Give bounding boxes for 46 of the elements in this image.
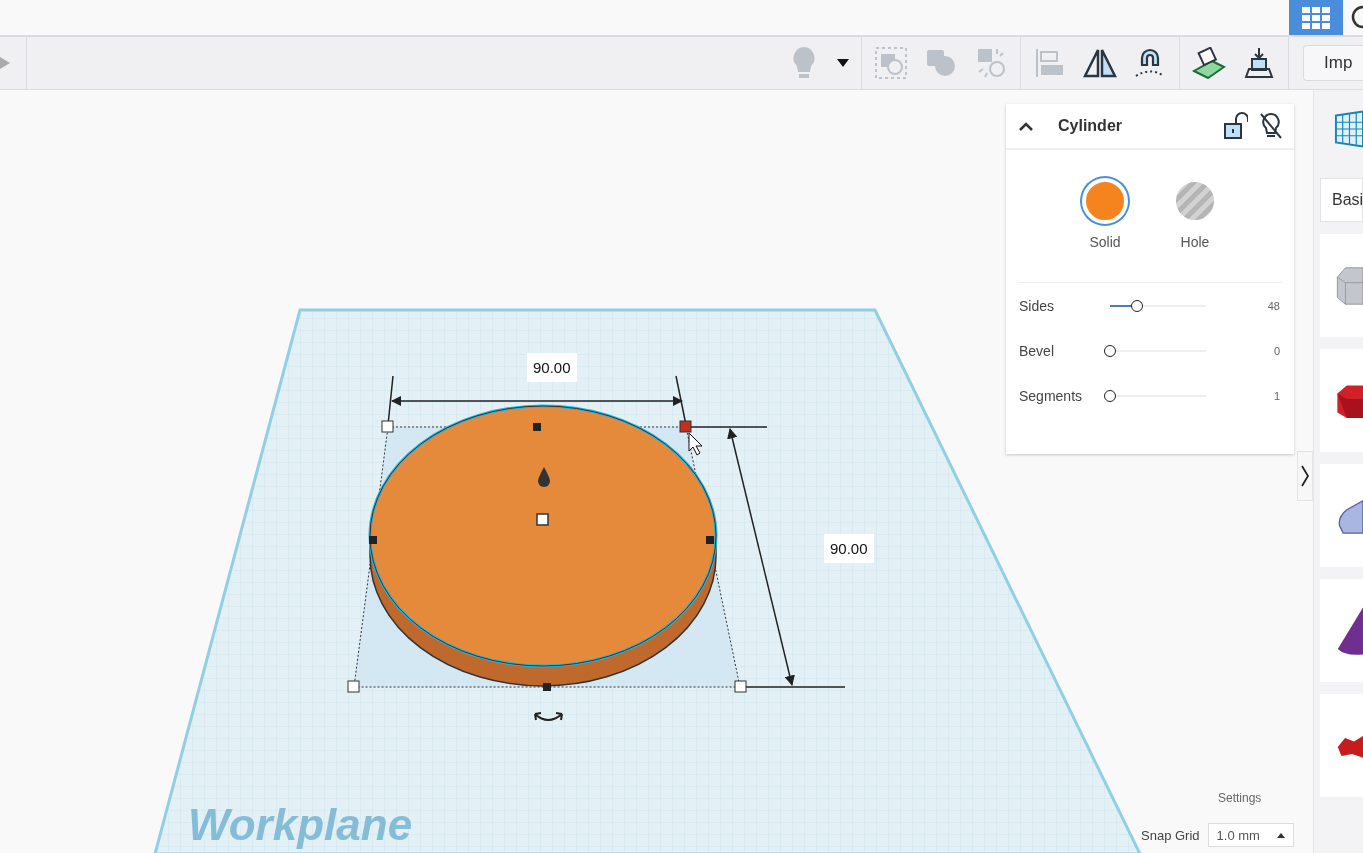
lock-icon[interactable] <box>1224 112 1248 140</box>
snap-grid-select[interactable]: 1.0 mm <box>1207 823 1294 847</box>
settings-label[interactable]: Settings <box>1218 791 1262 805</box>
corner-handle[interactable] <box>734 680 747 693</box>
shape-tile[interactable] <box>1320 694 1363 797</box>
shape-mode-option[interactable]: Solid <box>1082 178 1128 272</box>
snap-grid-label: Snap Grid <box>1141 827 1200 843</box>
shape-tile[interactable] <box>1320 579 1363 682</box>
shape-tile[interactable] <box>1320 464 1363 567</box>
workplane-label: Workplane <box>188 800 413 849</box>
slider-thumb[interactable] <box>1104 389 1116 402</box>
slider-thumb[interactable] <box>1104 344 1116 357</box>
corner-handle[interactable] <box>679 420 692 433</box>
grid-icon <box>1334 109 1363 149</box>
shape-title: Cylinder <box>1058 117 1123 135</box>
property-label: Segments <box>1019 387 1084 404</box>
expand-panel-button[interactable] <box>1297 451 1313 501</box>
grid-icon <box>1301 5 1331 30</box>
slider-thumb[interactable] <box>1130 299 1143 312</box>
shape-tile[interactable] <box>1320 349 1363 452</box>
dimension-label[interactable]: 90.00 <box>824 534 874 563</box>
grid-view-button[interactable] <box>1289 0 1343 35</box>
chevron-right-icon <box>1301 465 1309 487</box>
cursor-icon <box>688 432 703 456</box>
property-value[interactable]: 0 <box>1273 344 1280 357</box>
property-value[interactable]: 1 <box>1273 389 1280 402</box>
hide-bulb-icon[interactable] <box>1258 112 1284 140</box>
corner-handle[interactable] <box>381 420 394 433</box>
property-label: Bevel <box>1019 342 1056 359</box>
shape-tile[interactable] <box>1320 234 1363 337</box>
shape-mode-option[interactable]: Hole <box>1172 178 1218 272</box>
edge-handle[interactable] <box>543 683 551 691</box>
property-label: Sides <box>1019 297 1056 314</box>
lift-handle-icon[interactable] <box>538 467 550 487</box>
caret-up-icon <box>1276 832 1285 838</box>
collapse-chevron-icon[interactable] <box>1018 121 1034 131</box>
import-button[interactable]: Imp <box>1303 45 1363 81</box>
dimension-label[interactable]: 90.00 <box>527 353 577 382</box>
property-value[interactable]: 48 <box>1267 299 1280 312</box>
edge-handle[interactable] <box>369 536 377 544</box>
edge-handle[interactable] <box>706 536 714 544</box>
corner-handle[interactable] <box>347 680 360 693</box>
shape-category-dropdown[interactable]: Basi <box>1320 178 1363 222</box>
rotate-handle-icon[interactable] <box>534 712 563 721</box>
height-handle[interactable] <box>536 513 549 526</box>
edge-handle[interactable] <box>533 423 541 431</box>
